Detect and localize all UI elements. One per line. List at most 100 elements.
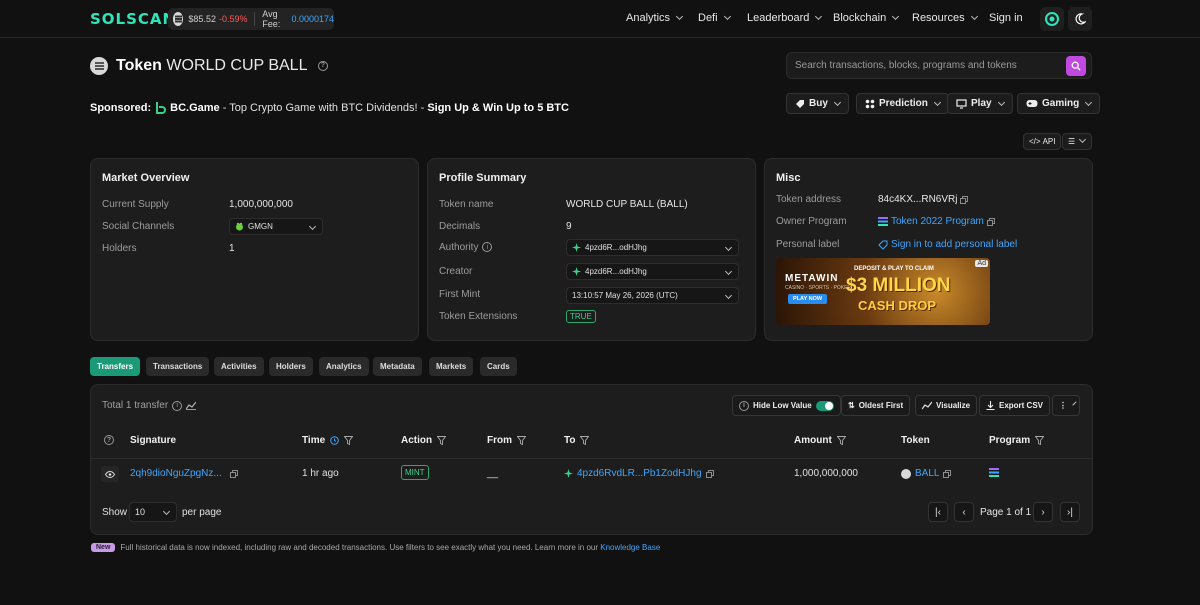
hide-low-value-toggle[interactable]: i Hide Low Value [732, 395, 841, 416]
search-button[interactable] [1066, 56, 1086, 76]
chevron-down-icon [892, 12, 900, 21]
last-page-button[interactable]: ›| [1060, 502, 1080, 522]
copy-icon[interactable] [229, 469, 238, 478]
add-personal-label-link[interactable]: Sign in to add personal label [878, 239, 1017, 250]
gaming-button[interactable]: Gaming [1017, 93, 1101, 114]
filter-icon[interactable] [344, 436, 354, 445]
metawin-ad-banner[interactable]: Ad METAWIN CASINO · SPORTS · POKER PLAY … [776, 258, 990, 325]
view-menu-button[interactable]: ☰ [1062, 133, 1092, 150]
sponsor-text: - Top Crypto Game with BTC Dividends! - [219, 101, 428, 114]
to-cell: 4pzd6RvdLR...Pb1ZodHJhg [564, 468, 714, 479]
first-page-icon: |‹ [935, 506, 941, 518]
tab-cards[interactable]: Cards [480, 357, 517, 376]
social-channels-dropdown[interactable]: GMGN [229, 218, 323, 235]
prediction-button[interactable]: Prediction [856, 93, 949, 114]
chevron-down-icon [162, 507, 171, 516]
column-label: Program [989, 435, 1031, 446]
tab-transfers[interactable]: Transfers [90, 357, 141, 376]
prediction-label: Prediction [879, 98, 928, 109]
filter-icon[interactable] [836, 436, 846, 445]
theme-toggle-button[interactable] [1068, 7, 1092, 31]
ad-line1: DEPOSIT & PLAY TO CLAIM [854, 266, 934, 272]
search-input[interactable]: Search transactions, blocks, programs an… [795, 60, 1017, 71]
chevron-down-icon [1072, 401, 1077, 406]
info-icon[interactable]: i [482, 242, 493, 253]
nav-resources[interactable]: Resources [912, 12, 978, 24]
signature-link[interactable]: 2qh9dioNguZpgNz... [130, 468, 222, 479]
knowledge-base-link[interactable]: Knowledge Base [600, 543, 660, 552]
clock-icon[interactable] [330, 436, 339, 445]
header-divider [91, 458, 1092, 459]
authority-dropdown[interactable]: 4pzd6R...odHJhg [566, 239, 739, 256]
search-bar[interactable]: Search transactions, blocks, programs an… [786, 52, 1092, 79]
token-address[interactable]: 84c4KX...RN6VRj [878, 194, 969, 205]
help-icon[interactable]: ? [317, 60, 328, 71]
tag-icon [796, 99, 804, 108]
nav-label: Leaderboard [747, 12, 810, 24]
copy-icon[interactable] [943, 469, 952, 478]
nav-analytics[interactable]: Analytics [626, 12, 684, 24]
chevron-down-icon [933, 98, 941, 106]
tab-activities[interactable]: Activities [214, 357, 264, 376]
chevron-down-icon [724, 243, 733, 252]
buy-button[interactable]: Buy [786, 93, 849, 114]
signin-link[interactable]: Sign in [989, 12, 1023, 24]
avg-fee-label: Avg Fee: [262, 9, 281, 29]
token-link[interactable]: BALL [915, 468, 939, 479]
ad-play-now[interactable]: PLAY NOW [788, 294, 828, 304]
column-help: ? [104, 435, 114, 445]
nav-defi[interactable]: Defi [698, 12, 731, 24]
to-address-link[interactable]: 4pzd6RvdLR...Pb1ZodHJhg [577, 468, 702, 479]
api-button[interactable]: </> API [1023, 133, 1062, 150]
oldest-first-button[interactable]: ⇅ Oldest First [841, 395, 911, 416]
chevron-down-icon [1085, 98, 1093, 106]
export-csv-button[interactable]: Export CSV [979, 395, 1051, 416]
more-options-button[interactable]: ⋮ [1052, 395, 1080, 416]
filter-icon[interactable] [437, 436, 447, 445]
token-program-icon[interactable] [989, 468, 999, 477]
next-page-button[interactable]: › [1033, 502, 1053, 522]
holders-label: Holders [102, 243, 137, 254]
info-icon[interactable]: i [172, 400, 183, 411]
copy-icon[interactable] [986, 217, 995, 226]
tab-analytics[interactable]: Analytics [319, 357, 369, 376]
filter-icon[interactable] [517, 436, 526, 445]
tab-holders[interactable]: Holders [269, 357, 313, 376]
visualize-button[interactable]: Visualize [915, 395, 978, 416]
supply-label: Current Supply [102, 199, 169, 210]
help-icon[interactable]: ? [104, 435, 114, 445]
copy-icon[interactable] [960, 195, 969, 204]
wallet-button[interactable] [1040, 7, 1064, 31]
view-details-button[interactable] [101, 466, 119, 482]
page-indicator: Page 1 of 1 [980, 507, 1032, 518]
play-button[interactable]: Play [947, 93, 1013, 114]
holders-value: 1 [229, 243, 235, 254]
nav-blockchain[interactable]: Blockchain [833, 12, 900, 24]
token-extensions-label: Token Extensions [439, 311, 518, 322]
sponsor-cta[interactable]: Sign Up & Win Up to 5 BTC [427, 102, 569, 114]
tab-transactions[interactable]: Transactions [146, 357, 210, 376]
chevron-down-icon [970, 12, 978, 21]
toggle-switch[interactable] [815, 400, 834, 411]
action-cell: MINT [401, 465, 429, 480]
footer-text: Full historical data is now indexed, inc… [120, 543, 601, 552]
creator-dropdown[interactable]: 4pzd6R...odHJhg [566, 263, 739, 280]
first-page-button[interactable]: |‹ [928, 502, 948, 522]
owner-program-link[interactable]: Token 2022 Program [878, 216, 995, 227]
prev-page-button[interactable]: ‹ [954, 502, 974, 522]
sponsor-banner[interactable]: Sponsored: BC.Game - Top Crypto Game wit… [90, 101, 569, 114]
hide-low-value-label: Hide Low Value [753, 401, 812, 410]
filter-icon[interactable] [580, 436, 590, 445]
token-extensions-badge[interactable]: TRUE [566, 310, 596, 323]
solscan-logo[interactable]: SOLSCAN [90, 10, 176, 28]
total-transfers-text: Total 1 transfer [102, 400, 169, 411]
tab-metadata[interactable]: Metadata [373, 357, 422, 376]
first-mint-dropdown[interactable]: 13:10:57 May 26, 2026 (UTC) [566, 287, 739, 304]
tab-markets[interactable]: Markets [429, 357, 474, 376]
copy-icon[interactable] [705, 469, 714, 478]
column-time: Time [302, 435, 354, 446]
nav-leaderboard[interactable]: Leaderboard [747, 12, 823, 24]
per-page-select[interactable]: 10 [129, 502, 177, 522]
filter-icon[interactable] [1035, 436, 1045, 445]
chart-icon[interactable] [186, 401, 197, 410]
